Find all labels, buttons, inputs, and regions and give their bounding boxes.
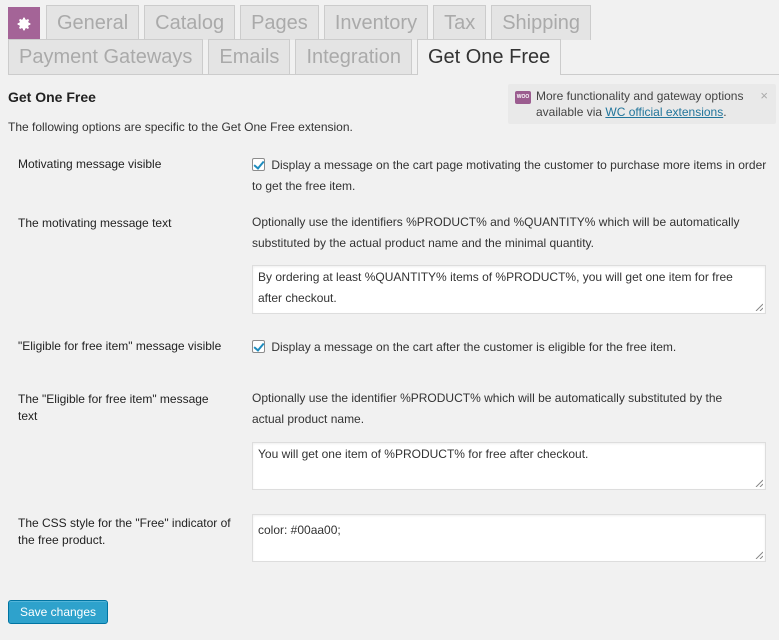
resize-grip-icon[interactable] [755,479,763,487]
resize-grip-icon[interactable] [755,551,763,559]
tab-emails[interactable]: Emails [208,39,291,74]
extensions-notice: WOO More functionality and gateway optio… [508,84,776,124]
tab-pages[interactable]: Pages [240,5,319,40]
eligible-text-value: You will get one item of %PRODUCT% for f… [258,447,589,461]
motivating-text-value: By ordering at least %QUANTITY% items of… [258,270,733,305]
eligible-text-label: The "Eligible for free item" message tex… [18,392,209,423]
motivating-visible-label: Motivating message visible [18,157,162,171]
motivating-text-help: Optionally use the identifiers %PRODUCT%… [252,215,740,250]
tab-row-1: General Catalog Pages Inventory Tax Ship… [8,5,596,40]
save-changes-button[interactable]: Save changes [8,600,108,624]
tab-general[interactable]: General [46,5,140,40]
eligible-text-textarea[interactable]: You will get one item of %PRODUCT% for f… [252,442,766,490]
tab-row-2: Payment Gateways Emails Integration Get … [8,39,566,75]
eligible-visible-label: "Eligible for free item" message visible [18,339,222,353]
tab-inventory[interactable]: Inventory [323,5,429,40]
tab-tax[interactable]: Tax [433,5,487,40]
motivating-text-textarea[interactable]: By ordering at least %QUANTITY% items of… [252,265,766,314]
tab-catalog[interactable]: Catalog [144,5,236,40]
tabs-divider [8,74,779,75]
css-style-label: The CSS style for the "Free" indicator o… [18,516,231,547]
tab-get-one-free[interactable]: Get One Free [416,39,562,75]
section-title: Get One Free [8,89,96,105]
eligible-visible-description: Display a message on the cart after the … [271,340,677,354]
notice-line-2-prefix: available via [536,105,606,119]
notice-line-2-suffix: . [723,105,727,119]
notice-line-2: available via WC official extensions. [536,104,756,120]
tab-payment-gateways[interactable]: Payment Gateways [8,39,204,74]
css-style-value: color: #00aa00; [258,523,341,537]
wc-extensions-link[interactable]: WC official extensions [605,105,723,119]
settings-tabs: General Catalog Pages Inventory Tax Ship… [0,0,779,75]
resize-grip-icon[interactable] [755,303,763,311]
eligible-visible-checkbox[interactable] [252,340,265,353]
tab-shipping[interactable]: Shipping [491,5,592,40]
tab-woocommerce-gear[interactable] [8,7,40,39]
woo-logo-icon: WOO [515,91,531,104]
section-intro: The following options are specific to th… [8,120,353,134]
motivating-text-label: The motivating message text [18,216,172,230]
motivating-visible-description: Display a message on the cart page motiv… [252,158,767,193]
motivating-visible-field: Display a message on the cart page motiv… [252,155,772,197]
tab-integration[interactable]: Integration [295,39,412,74]
eligible-visible-field: Display a message on the cart after the … [252,337,772,358]
eligible-text-help: Optionally use the identifier %PRODUCT% … [252,391,723,426]
css-style-textarea[interactable]: color: #00aa00; [252,514,766,562]
gear-icon [17,17,31,30]
motivating-visible-checkbox[interactable] [252,158,265,171]
notice-line-1: More functionality and gateway options [536,89,744,103]
close-notice-icon[interactable]: × [760,88,768,104]
